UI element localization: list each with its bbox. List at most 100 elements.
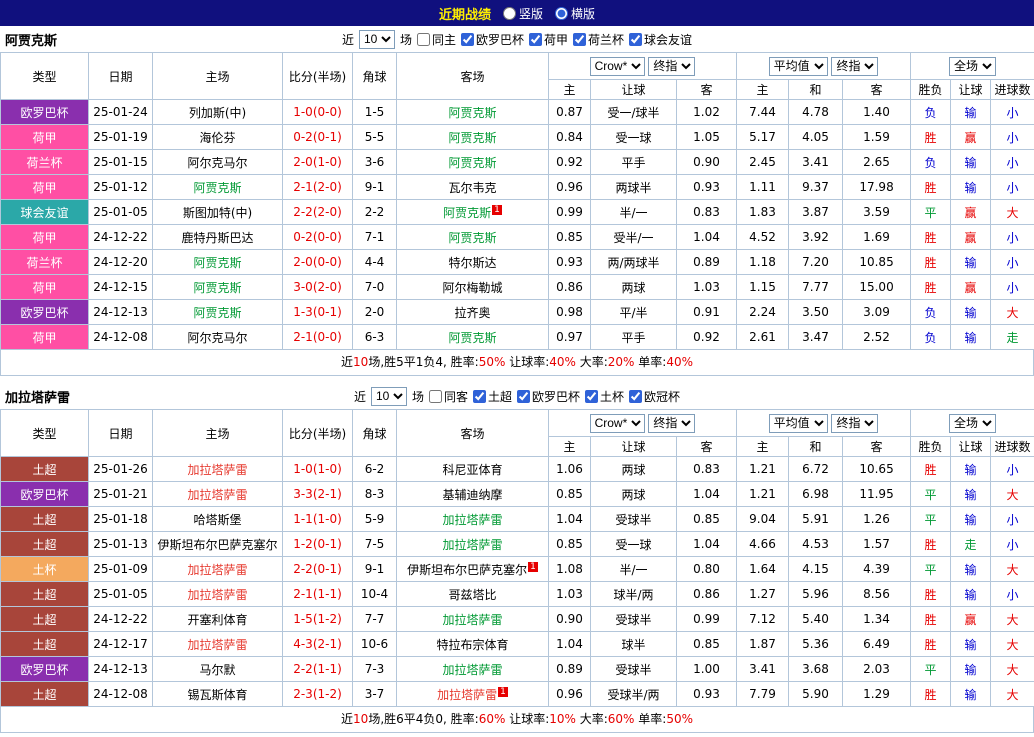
layout-radio-vertical[interactable]: 竖版: [503, 5, 543, 22]
away-team-cell[interactable]: 阿贾克斯: [397, 150, 549, 175]
league-filter[interactable]: 欧冠杯: [629, 388, 680, 405]
team-name[interactable]: 阿贾克斯: [193, 181, 241, 195]
avg-stage-select[interactable]: 终指: [831, 414, 878, 433]
away-team-cell[interactable]: 加拉塔萨雷: [397, 507, 549, 532]
away-team-cell[interactable]: 阿贾克斯: [397, 100, 549, 125]
team-name[interactable]: 特拉布宗体育: [436, 638, 508, 652]
home-team-cell[interactable]: 伊斯坦布尔巴萨克塞尔: [153, 532, 283, 557]
away-team-cell[interactable]: 加拉塔萨雷: [397, 532, 549, 557]
home-team-cell[interactable]: 加拉塔萨雷: [153, 557, 283, 582]
league-filter[interactable]: 荷兰杯: [573, 31, 624, 48]
score-cell[interactable]: 2-2(1-1): [283, 657, 353, 682]
team-name[interactable]: 拉齐奥: [454, 306, 490, 320]
away-team-cell[interactable]: 加拉塔萨雷1: [397, 682, 549, 707]
team-name[interactable]: 加拉塔萨雷: [187, 638, 247, 652]
team-name[interactable]: 加拉塔萨雷: [442, 513, 502, 527]
bookmaker-select[interactable]: Crow*: [590, 57, 645, 76]
league-checkbox[interactable]: [461, 33, 474, 46]
same-venue-checkbox[interactable]: [417, 33, 430, 46]
same-venue-filter[interactable]: 同主: [417, 31, 456, 48]
team-name[interactable]: 开塞利体育: [187, 613, 247, 627]
away-team-cell[interactable]: 阿贾克斯: [397, 125, 549, 150]
team-name[interactable]: 斯图加特(中): [183, 206, 252, 220]
team-name[interactable]: 阿贾克斯: [193, 256, 241, 270]
team-name[interactable]: 阿贾克斯: [448, 106, 496, 120]
team-name[interactable]: 伊斯坦布尔巴萨克塞尔: [157, 538, 277, 552]
team-name[interactable]: 加拉塔萨雷: [187, 463, 247, 477]
team-name[interactable]: 海伦芬: [199, 131, 235, 145]
home-team-cell[interactable]: 阿尔克马尔: [153, 150, 283, 175]
team-name[interactable]: 鹿特丹斯巴达: [181, 231, 253, 245]
score-cell[interactable]: 1-3(0-1): [283, 300, 353, 325]
away-team-cell[interactable]: 阿尔梅勒城: [397, 275, 549, 300]
home-team-cell[interactable]: 马尔默: [153, 657, 283, 682]
away-team-cell[interactable]: 特尔斯达: [397, 250, 549, 275]
team-name[interactable]: 科尼亚体育: [442, 463, 502, 477]
team-name[interactable]: 瓦尔韦克: [448, 181, 496, 195]
team-name[interactable]: 加拉塔萨雷: [442, 538, 502, 552]
score-cell[interactable]: 0-2(0-0): [283, 225, 353, 250]
team-name[interactable]: 列加斯(中): [189, 106, 246, 120]
team-name[interactable]: 阿尔梅勒城: [442, 281, 502, 295]
away-team-cell[interactable]: 特拉布宗体育: [397, 632, 549, 657]
league-filter[interactable]: 荷甲: [529, 31, 568, 48]
scope-select[interactable]: 全场: [949, 414, 996, 433]
same-venue-filter[interactable]: 同客: [429, 388, 468, 405]
team-name[interactable]: 加拉塔萨雷: [442, 613, 502, 627]
scope-select[interactable]: 全场: [949, 57, 996, 76]
home-team-cell[interactable]: 加拉塔萨雷: [153, 632, 283, 657]
league-checkbox[interactable]: [629, 390, 642, 403]
layout-radio-horizontal[interactable]: 横版: [555, 5, 595, 22]
away-team-cell[interactable]: 伊斯坦布尔巴萨克塞尔1: [397, 557, 549, 582]
home-team-cell[interactable]: 海伦芬: [153, 125, 283, 150]
away-team-cell[interactable]: 基辅迪纳摩: [397, 482, 549, 507]
team-name[interactable]: 阿贾克斯: [193, 281, 241, 295]
score-cell[interactable]: 0-2(0-1): [283, 125, 353, 150]
team-name[interactable]: 锡瓦斯体育: [187, 688, 247, 702]
away-team-cell[interactable]: 哥兹塔比: [397, 582, 549, 607]
away-team-cell[interactable]: 阿贾克斯: [397, 325, 549, 350]
home-team-cell[interactable]: 鹿特丹斯巴达: [153, 225, 283, 250]
team-name[interactable]: 加拉塔萨雷: [187, 563, 247, 577]
home-team-cell[interactable]: 阿贾克斯: [153, 250, 283, 275]
league-checkbox[interactable]: [473, 390, 486, 403]
team-name[interactable]: 阿尔克马尔: [187, 331, 247, 345]
score-cell[interactable]: 1-0(1-0): [283, 457, 353, 482]
home-team-cell[interactable]: 加拉塔萨雷: [153, 482, 283, 507]
team-name[interactable]: 阿贾克斯: [448, 331, 496, 345]
team-name[interactable]: 阿贾克斯: [193, 306, 241, 320]
odds-stage-select[interactable]: 终指: [648, 57, 695, 76]
league-filter[interactable]: 土杯: [585, 388, 624, 405]
avg-select[interactable]: 平均值: [769, 414, 828, 433]
team-name[interactable]: 特尔斯达: [448, 256, 496, 270]
home-team-cell[interactable]: 阿贾克斯: [153, 300, 283, 325]
layout-radio-horizontal-input[interactable]: [555, 7, 568, 20]
score-cell[interactable]: 2-0(0-0): [283, 250, 353, 275]
league-filter[interactable]: 欧罗巴杯: [517, 388, 580, 405]
team-name[interactable]: 哈塔斯堡: [193, 513, 241, 527]
team-name[interactable]: 阿贾克斯: [448, 156, 496, 170]
odds-stage-select[interactable]: 终指: [648, 414, 695, 433]
team-name[interactable]: 加拉塔萨雷1: [437, 688, 508, 702]
match-count-select[interactable]: 10: [371, 387, 407, 406]
league-filter[interactable]: 球会友谊: [629, 31, 692, 48]
away-team-cell[interactable]: 加拉塔萨雷: [397, 607, 549, 632]
score-cell[interactable]: 1-5(1-2): [283, 607, 353, 632]
avg-stage-select[interactable]: 终指: [831, 57, 878, 76]
home-team-cell[interactable]: 加拉塔萨雷: [153, 457, 283, 482]
away-team-cell[interactable]: 阿贾克斯: [397, 225, 549, 250]
league-checkbox[interactable]: [517, 390, 530, 403]
bookmaker-select[interactable]: Crow*: [590, 414, 645, 433]
score-cell[interactable]: 2-2(2-0): [283, 200, 353, 225]
home-team-cell[interactable]: 阿贾克斯: [153, 275, 283, 300]
score-cell[interactable]: 1-1(1-0): [283, 507, 353, 532]
score-cell[interactable]: 2-1(0-0): [283, 325, 353, 350]
team-name[interactable]: 伊斯坦布尔巴萨克塞尔1: [407, 563, 538, 577]
team-name[interactable]: 马尔默: [199, 663, 235, 677]
away-team-cell[interactable]: 拉齐奥: [397, 300, 549, 325]
score-cell[interactable]: 2-2(0-1): [283, 557, 353, 582]
score-cell[interactable]: 1-2(0-1): [283, 532, 353, 557]
match-count-select[interactable]: 10: [359, 30, 395, 49]
team-name[interactable]: 加拉塔萨雷: [442, 663, 502, 677]
home-team-cell[interactable]: 哈塔斯堡: [153, 507, 283, 532]
